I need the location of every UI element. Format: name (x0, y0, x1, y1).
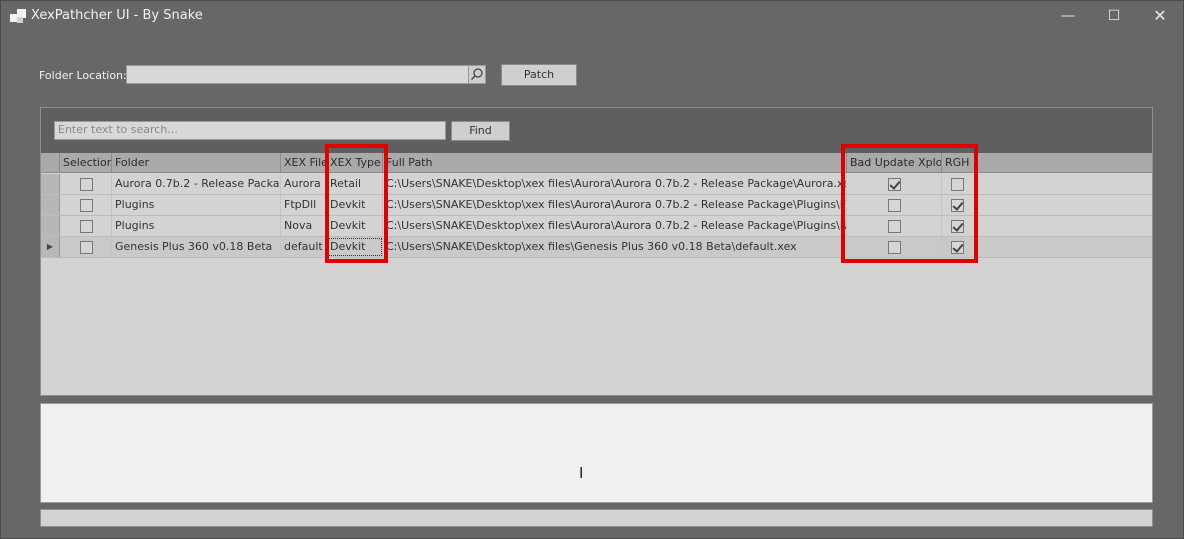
maximize-button[interactable]: ☐ (1091, 1, 1137, 33)
selection-cell (60, 195, 112, 215)
full-path-cell[interactable]: C:\Users\SNAKE\Desktop\xex files\Aurora\… (383, 174, 847, 194)
column-header-bad-update[interactable]: Bad Update Xploit (847, 153, 942, 173)
column-header-rgh[interactable]: RGH (942, 153, 975, 173)
table-row[interactable]: Plugins Nova Devkit C:\Users\SNAKE\Deskt… (41, 216, 1152, 237)
find-button[interactable]: Find (451, 121, 510, 141)
folder-cell[interactable]: Genesis Plus 360 v0.18 Beta (112, 237, 281, 257)
selection-checkbox[interactable] (80, 199, 93, 212)
bad-update-cell (847, 216, 942, 236)
selection-cell (60, 237, 112, 257)
minimize-button[interactable]: — (1045, 1, 1091, 33)
xex-type-cell[interactable]: Devkit (327, 195, 383, 215)
title-bar[interactable]: XexPathcher UI - By Snake — ☐ ✕ (1, 1, 1184, 33)
rgh-cell (942, 237, 975, 257)
table-row[interactable]: ▶ Genesis Plus 360 v0.18 Beta default De… (41, 237, 1152, 258)
table-row[interactable]: Aurora 0.7b.2 - Release Package Aurora R… (41, 174, 1152, 195)
full-path-cell[interactable]: C:\Users\SNAKE\Desktop\xex files\Aurora\… (383, 195, 847, 215)
row-header[interactable] (41, 195, 60, 215)
search-panel: Enter text to search... Find (41, 108, 1152, 153)
log-output-textarea[interactable] (40, 403, 1153, 503)
full-path-cell[interactable]: C:\Users\SNAKE\Desktop\xex files\Genesis… (383, 237, 847, 257)
column-header-full-path[interactable]: Full Path (383, 153, 847, 173)
rgh-checkbox[interactable] (951, 241, 964, 254)
xex-type-cell-focused[interactable]: Devkit (327, 237, 383, 257)
row-header-current[interactable]: ▶ (41, 237, 60, 257)
app-window: XexPathcher UI - By Snake — ☐ ✕ Folder L… (0, 0, 1184, 539)
xex-file-cell[interactable]: default (281, 237, 327, 257)
folder-cell[interactable]: Aurora 0.7b.2 - Release Package (112, 174, 281, 194)
selection-checkbox[interactable] (80, 178, 93, 191)
bad-update-cell (847, 174, 942, 194)
selection-checkbox[interactable] (80, 220, 93, 233)
search-input[interactable]: Enter text to search... (54, 121, 446, 140)
row-header-corner (41, 153, 60, 173)
bad-update-cell (847, 195, 942, 215)
rgh-cell (942, 174, 975, 194)
selection-checkbox[interactable] (80, 241, 93, 254)
bad-update-checkbox[interactable] (888, 241, 901, 254)
window-title: XexPathcher UI - By Snake (31, 8, 203, 23)
folder-cell[interactable]: Plugins (112, 195, 281, 215)
column-header-xex-file[interactable]: XEX File (281, 153, 327, 173)
close-button[interactable]: ✕ (1137, 1, 1183, 33)
bad-update-checkbox[interactable] (888, 199, 901, 212)
table-row[interactable]: Plugins FtpDll Devkit C:\Users\SNAKE\Des… (41, 195, 1152, 216)
full-path-cell[interactable]: C:\Users\SNAKE\Desktop\xex files\Aurora\… (383, 216, 847, 236)
bad-update-checkbox[interactable] (888, 220, 901, 233)
rgh-cell (942, 216, 975, 236)
selection-cell (60, 216, 112, 236)
folder-location-input[interactable] (126, 65, 469, 84)
row-header[interactable] (41, 174, 60, 194)
search-icon (470, 68, 483, 81)
column-header-xex-type[interactable]: XEX Type (327, 153, 383, 173)
text-cursor-icon: I (579, 464, 584, 482)
column-header-folder[interactable]: Folder (112, 153, 281, 173)
browse-button[interactable] (468, 65, 486, 84)
rgh-checkbox[interactable] (951, 220, 964, 233)
row-header[interactable] (41, 216, 60, 236)
grid-header: Selection Folder XEX File XEX Type Full … (41, 153, 1152, 173)
column-header-selection[interactable]: Selection (60, 153, 112, 173)
app-icon (10, 9, 26, 25)
bad-update-checkbox[interactable] (888, 178, 901, 191)
selection-cell (60, 174, 112, 194)
folder-location-label: Folder Location: (39, 69, 127, 82)
xex-grid-panel: Enter text to search... Find Selection F… (40, 107, 1153, 396)
patch-button[interactable]: Patch (501, 64, 577, 86)
rgh-checkbox[interactable] (951, 199, 964, 212)
xex-file-cell[interactable]: FtpDll (281, 195, 327, 215)
progress-bar (40, 509, 1153, 527)
rgh-cell (942, 195, 975, 215)
xex-file-cell[interactable]: Nova (281, 216, 327, 236)
rgh-checkbox[interactable] (951, 178, 964, 191)
xex-file-cell[interactable]: Aurora (281, 174, 327, 194)
xex-type-cell[interactable]: Devkit (327, 216, 383, 236)
xex-type-cell[interactable]: Retail (327, 174, 383, 194)
folder-cell[interactable]: Plugins (112, 216, 281, 236)
bad-update-cell (847, 237, 942, 257)
xex-grid: Selection Folder XEX File XEX Type Full … (41, 153, 1152, 395)
